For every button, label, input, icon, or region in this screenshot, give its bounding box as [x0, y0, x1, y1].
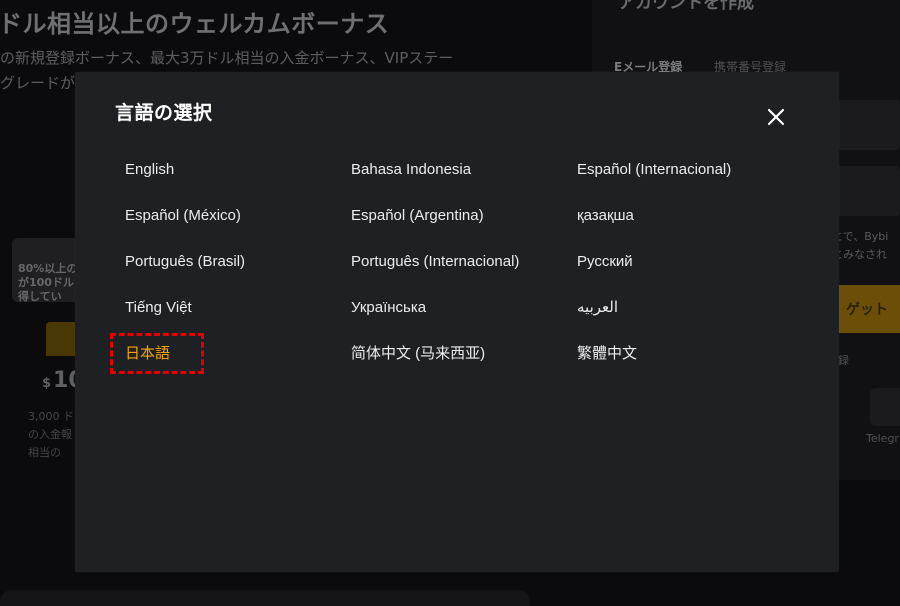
promo-headline: ドル相当以上のウェルカムボーナス: [0, 10, 390, 38]
language-option-russian[interactable]: Русский: [577, 250, 815, 274]
language-option-ukrainian[interactable]: Українська: [351, 296, 577, 320]
language-option-bahasa-indonesia[interactable]: Bahasa Indonesia: [351, 158, 577, 182]
modal-title: 言語の選択: [115, 102, 213, 124]
language-list: English Bahasa Indonesia Español (Intern…: [110, 158, 815, 388]
terms-text: とで、Bybi とみなされ: [832, 228, 900, 264]
close-icon: [767, 108, 785, 126]
close-button[interactable]: [763, 104, 789, 130]
terms-line: とみなされ: [832, 248, 887, 261]
language-option-english[interactable]: English: [125, 158, 351, 182]
language-modal: 言語の選択 English Bahasa Indonesia Español (…: [75, 72, 839, 572]
language-option-espanol-argentina[interactable]: Español (Argentina): [351, 204, 577, 228]
terms-line: とで、Bybi: [832, 230, 889, 243]
language-option-portugues-brasil[interactable]: Português (Brasil): [125, 250, 351, 274]
language-option-japanese[interactable]: 日本語: [110, 333, 351, 374]
language-option-chinese-traditional[interactable]: 繁體中文: [577, 342, 815, 366]
alt-signup-label: 録: [838, 354, 849, 367]
language-option-espanol-internacional[interactable]: Español (Internacional): [577, 158, 815, 182]
language-option-portugues-internacional[interactable]: Português (Internacional): [351, 250, 577, 274]
telegram-signup-button[interactable]: [870, 388, 900, 426]
telegram-label: Telegr: [866, 432, 899, 445]
language-option-vietnamese[interactable]: Tiếng Việt: [125, 296, 351, 320]
promo-subtext-line: の新規登録ボーナス、最大3万ドル相当の入金ボーナス、VIPステー: [0, 49, 454, 67]
language-option-espanol-mexico[interactable]: Español (México): [125, 204, 351, 228]
promo-amount-symbol: $: [42, 376, 52, 391]
background-bottom-bar: [0, 590, 530, 606]
language-option-arabic[interactable]: العربيه: [577, 296, 815, 320]
signup-title: アカウントを作成: [618, 0, 754, 13]
language-option-japanese-label: 日本語: [125, 345, 171, 362]
signup-submit-button[interactable]: ゲット: [832, 285, 900, 333]
promo-card-text: 80%以上の が100ドル 得してい: [18, 262, 78, 302]
language-option-chinese-simplified-malaysia[interactable]: 简体中文 (马来西亚): [351, 342, 577, 366]
page: ドル相当以上のウェルカムボーナス の新規登録ボーナス、最大3万ドル相当の入金ボー…: [0, 0, 900, 606]
language-option-kazakh[interactable]: қазақша: [577, 204, 815, 228]
